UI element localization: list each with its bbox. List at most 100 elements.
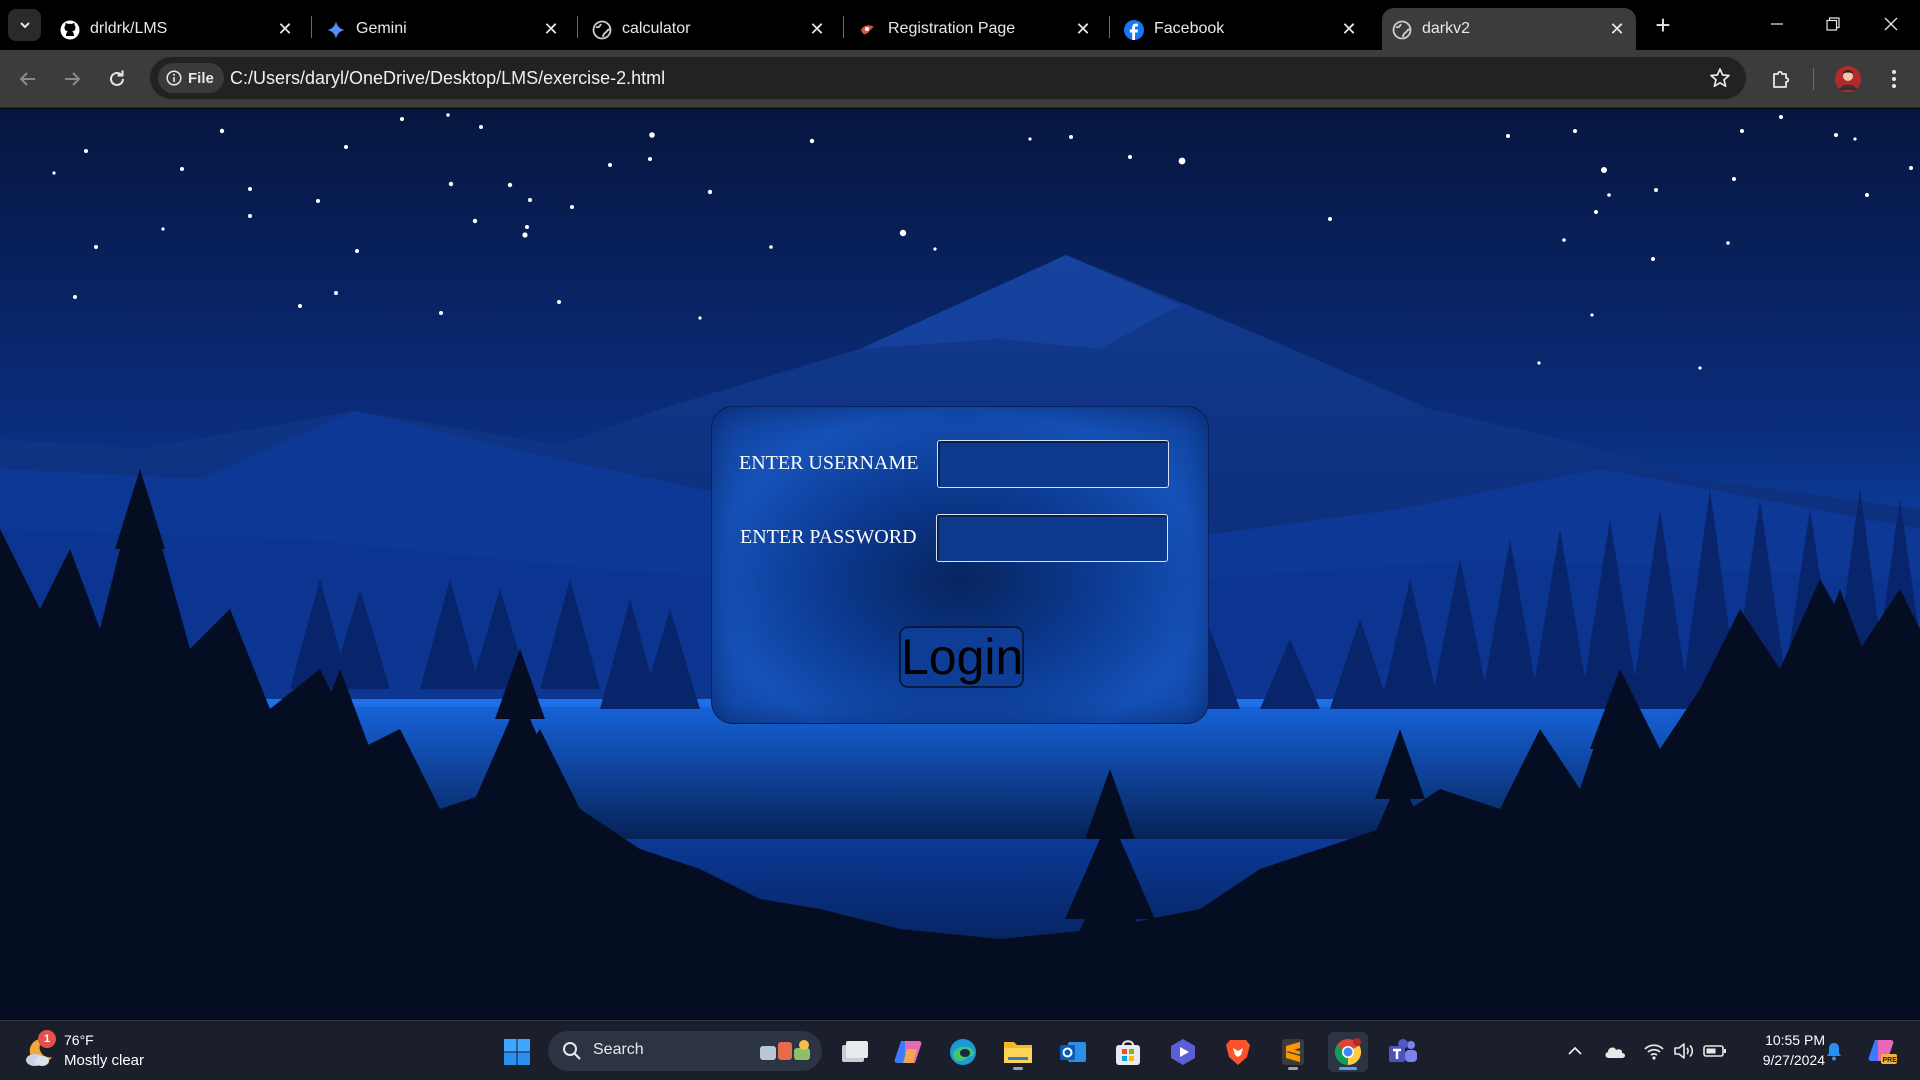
search-label: Search: [593, 1041, 644, 1058]
arrow-right-icon: [65, 72, 81, 86]
extensions-button[interactable]: [1766, 63, 1798, 95]
weather-temperature: 76°F: [64, 1032, 94, 1048]
network-button[interactable]: [1642, 1037, 1666, 1065]
copilot-icon: [894, 1041, 922, 1063]
tab-label: drldrk/LMS: [90, 20, 168, 37]
outlook-button[interactable]: [1053, 1032, 1093, 1072]
edge-icon: [950, 1039, 976, 1065]
cloud-icon: [1605, 1047, 1625, 1058]
show-hidden-icons-button[interactable]: [1563, 1037, 1587, 1065]
tab-divider: [577, 16, 578, 38]
copilot-tray-button[interactable]: PRE: [1867, 1037, 1897, 1065]
tab-search-button[interactable]: [8, 9, 41, 41]
bell-icon: [1827, 1043, 1841, 1061]
password-input[interactable]: [936, 514, 1168, 562]
running-indicator: [1013, 1067, 1023, 1070]
restore-button[interactable]: [1808, 6, 1858, 42]
page-viewport: ENTER USERNAME ENTER PASSWORD Login: [0, 109, 1920, 1020]
login-form: ENTER USERNAME ENTER PASSWORD Login: [711, 406, 1209, 724]
registration-favicon-icon: [858, 20, 878, 40]
password-label: ENTER PASSWORD: [740, 526, 917, 548]
sublime-text-button[interactable]: [1273, 1032, 1313, 1072]
tab-registration-page[interactable]: Registration Page ✕: [848, 8, 1102, 50]
tab-drldrk-lms[interactable]: drldrk/LMS ✕: [50, 8, 304, 50]
svg-text:PRE: PRE: [1883, 1057, 1898, 1064]
running-indicator: [1339, 1067, 1357, 1070]
close-icon[interactable]: ✕: [540, 18, 562, 40]
battery-icon: [1703, 1045, 1726, 1057]
tab-label: Registration Page: [888, 20, 1016, 37]
address-bar[interactable]: File C:/Users/daryl/OneDrive/Desktop/LMS…: [150, 57, 1746, 99]
file-explorer-icon: [1004, 1042, 1032, 1063]
teams-icon: [1389, 1039, 1417, 1062]
edge-button[interactable]: [943, 1032, 983, 1072]
taskbar-search-box[interactable]: Search: [548, 1031, 822, 1071]
tab-divider: [311, 16, 312, 38]
tab-darkv2[interactable]: darkv2 ✕: [1382, 8, 1636, 50]
restore-icon: [1826, 17, 1840, 31]
url-text[interactable]: C:/Users/daryl/OneDrive/Desktop/LMS/exer…: [230, 68, 665, 89]
new-tab-button[interactable]: +: [1648, 10, 1678, 40]
back-button[interactable]: [10, 61, 46, 97]
bookmark-star-icon[interactable]: [1708, 66, 1732, 90]
close-icon[interactable]: ✕: [806, 18, 828, 40]
username-label: ENTER USERNAME: [739, 452, 919, 474]
microsoft-store-button[interactable]: [1108, 1032, 1148, 1072]
gemini-icon: [326, 20, 346, 40]
more-vertical-icon: [1892, 70, 1896, 88]
volume-button[interactable]: [1672, 1037, 1696, 1065]
close-icon[interactable]: ✕: [274, 18, 296, 40]
clock-date[interactable]: 9/27/2024: [1745, 1052, 1825, 1068]
microsoft-store-icon: [1116, 1040, 1140, 1065]
start-button[interactable]: [497, 1032, 537, 1072]
reload-button[interactable]: [99, 61, 135, 97]
brave-button[interactable]: [1218, 1032, 1258, 1072]
media-player-button[interactable]: [1163, 1032, 1203, 1072]
minimize-button[interactable]: [1752, 6, 1802, 42]
search-icon: [563, 1042, 581, 1060]
notifications-button[interactable]: [1822, 1037, 1846, 1065]
battery-button[interactable]: [1703, 1037, 1727, 1065]
browser-tab-strip: drldrk/LMS ✕ Gemini ✕ calculator ✕ Regis…: [0, 0, 1920, 50]
windows-taskbar: 1 76°F Mostly clear Search 10:55 PM 9/27…: [0, 1020, 1920, 1080]
clock-time[interactable]: 10:55 PM: [1745, 1032, 1825, 1048]
outlook-icon: [1060, 1042, 1086, 1062]
close-icon[interactable]: ✕: [1606, 18, 1628, 40]
globe-icon: [1392, 20, 1412, 40]
tab-label: calculator: [622, 20, 691, 37]
tab-label: darkv2: [1422, 20, 1471, 37]
username-input[interactable]: [937, 440, 1169, 488]
puzzle-piece-icon: [1773, 70, 1790, 88]
tab-gemini[interactable]: Gemini ✕: [316, 8, 570, 50]
info-icon: [166, 70, 182, 86]
profile-avatar[interactable]: [1832, 63, 1864, 95]
site-info-chip[interactable]: File: [158, 63, 224, 93]
task-view-button[interactable]: [834, 1032, 874, 1072]
chevron-up-icon: [1568, 1046, 1582, 1055]
toolbar-divider: [1813, 68, 1814, 90]
media-player-icon: [1171, 1039, 1195, 1065]
browser-menu-button[interactable]: [1878, 63, 1910, 95]
github-icon: [60, 20, 80, 40]
login-button[interactable]: Login: [899, 626, 1024, 688]
tab-calculator[interactable]: calculator ✕: [582, 8, 836, 50]
site-info-label: File: [188, 69, 214, 87]
onedrive-button[interactable]: [1603, 1037, 1627, 1065]
weather-badge: 1: [38, 1030, 56, 1048]
chrome-button[interactable]: [1328, 1032, 1368, 1072]
browser-toolbar: File C:/Users/daryl/OneDrive/Desktop/LMS…: [0, 50, 1920, 108]
close-window-button[interactable]: [1866, 6, 1916, 42]
reload-icon: [110, 70, 124, 86]
copilot-pre-icon: PRE: [1868, 1040, 1898, 1064]
minimize-icon: [1771, 23, 1783, 25]
tab-label: Facebook: [1154, 20, 1225, 37]
close-icon[interactable]: ✕: [1072, 18, 1094, 40]
file-explorer-button[interactable]: [998, 1032, 1038, 1072]
teams-button[interactable]: [1383, 1032, 1423, 1072]
copilot-button[interactable]: [888, 1032, 928, 1072]
tab-facebook[interactable]: Facebook ✕: [1114, 8, 1368, 50]
forward-button[interactable]: [54, 61, 90, 97]
close-icon: [1884, 17, 1898, 31]
weather-condition: Mostly clear: [64, 1052, 145, 1069]
close-icon[interactable]: ✕: [1338, 18, 1360, 40]
